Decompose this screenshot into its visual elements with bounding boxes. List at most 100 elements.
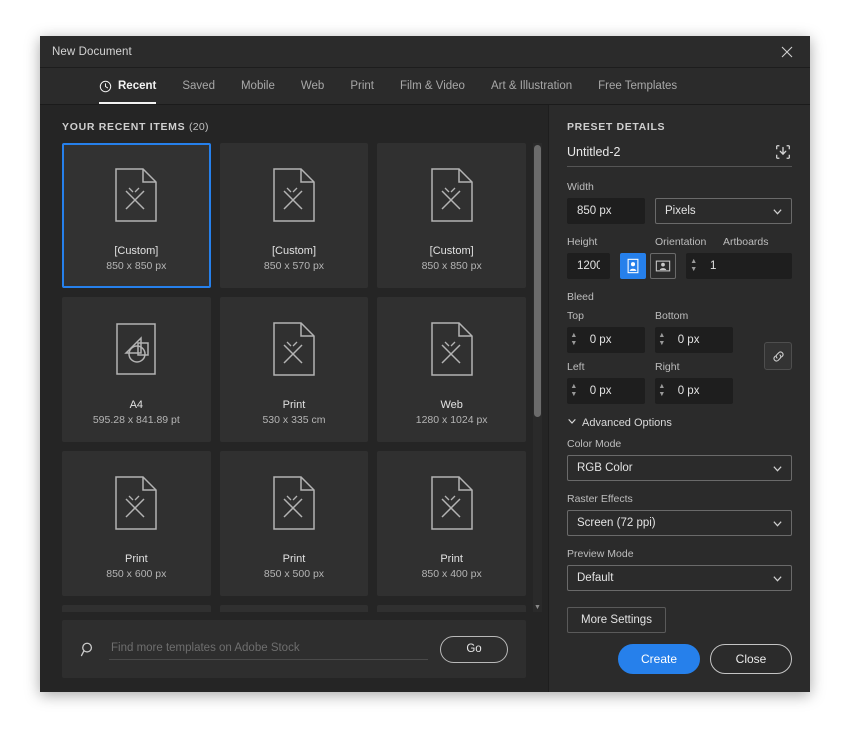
template-card[interactable]: [Custom] 850 x 850 px xyxy=(62,143,211,288)
bleed-label: Bleed xyxy=(567,291,594,303)
save-preset-icon[interactable] xyxy=(774,143,792,161)
document-tools-icon xyxy=(379,453,524,553)
height-orientation-labels: Height Orientation Artboards xyxy=(567,236,792,253)
orientation-portrait-icon[interactable] xyxy=(620,253,647,279)
template-card[interactable]: [Custom] 850 x 570 px xyxy=(219,143,369,288)
link-chain-icon[interactable] xyxy=(764,342,792,370)
bleed-right-input[interactable] xyxy=(667,378,733,404)
template-title: [Custom] xyxy=(271,245,316,257)
template-card[interactable]: Web 1280 x 1024 px xyxy=(377,297,526,442)
template-title: [Custom] xyxy=(114,245,159,257)
tab-recent[interactable]: Recent xyxy=(86,68,169,104)
template-title: Print xyxy=(125,553,148,565)
bleed-top-input[interactable] xyxy=(579,327,645,353)
bleed-top-stepper[interactable]: ▲ ▼ xyxy=(567,327,645,353)
template-card[interactable]: Print 530 x 335 cm xyxy=(219,297,369,442)
color-mode-label: Color Mode xyxy=(567,438,622,450)
document-tools-icon xyxy=(222,299,367,399)
spinner-up-icon[interactable]: ▲ xyxy=(570,332,577,340)
orientation-landscape-icon[interactable] xyxy=(650,253,677,279)
template-card[interactable]: [Custom] 850 x 850 px xyxy=(377,143,526,288)
height-label: Height xyxy=(567,236,598,248)
bleed-top-spinner[interactable]: ▲ ▼ xyxy=(567,327,580,353)
more-settings-button[interactable]: More Settings xyxy=(567,607,666,633)
preview-mode-value: Default xyxy=(577,572,614,584)
template-size: 850 x 570 px xyxy=(263,260,325,272)
scrollbar-thumb[interactable] xyxy=(534,145,541,418)
bleed-right-stepper[interactable]: ▲ ▼ xyxy=(655,378,733,404)
spinner-up-icon[interactable]: ▲ xyxy=(658,332,665,340)
units-value: Pixels xyxy=(665,205,696,217)
recent-items-count: (20) xyxy=(188,121,209,133)
advanced-options-toggle[interactable]: Advanced Options xyxy=(567,416,792,429)
width-row: Pixels xyxy=(567,198,792,224)
dialog-titlebar: New Document xyxy=(40,36,810,68)
spinner-down-icon[interactable]: ▼ xyxy=(570,391,577,399)
template-size: 850 x 850 px xyxy=(106,260,167,272)
bleed-top-bottom-labels: Top Bottom xyxy=(567,310,754,327)
spinner-up-icon[interactable]: ▲ xyxy=(658,383,665,391)
templates-scrollbar[interactable]: ▲ ▼ xyxy=(533,143,542,612)
orientation-buttons xyxy=(620,253,677,279)
document-name-input[interactable] xyxy=(567,143,766,161)
spinner-up-icon[interactable]: ▲ xyxy=(690,258,697,266)
chevron-down-icon xyxy=(772,463,783,474)
spinner-down-icon[interactable]: ▼ xyxy=(690,266,697,274)
template-card[interactable] xyxy=(219,605,369,612)
bleed-left-right-row: ▲▼ ▲▼ xyxy=(567,378,754,404)
units-select[interactable]: Pixels xyxy=(655,198,792,224)
template-title: Web xyxy=(440,399,463,411)
tab-art-and-illustration[interactable]: Art & Illustration xyxy=(478,68,585,104)
template-card[interactable]: A4 595.28 x 841.89 pt xyxy=(62,297,211,442)
artboards-label: Artboards xyxy=(723,236,769,248)
spinner-down-icon[interactable]: ▼ xyxy=(570,340,577,348)
spinner-down-icon[interactable]: ▼ xyxy=(658,340,665,348)
tab-print[interactable]: Print xyxy=(337,68,387,104)
tab-free-templates[interactable]: Free Templates xyxy=(585,68,690,104)
artboards-input[interactable] xyxy=(699,253,792,279)
template-card[interactable]: Print 850 x 500 px xyxy=(219,451,369,596)
preview-mode-select[interactable]: Default xyxy=(567,565,792,591)
height-input[interactable] xyxy=(567,253,611,279)
bleed-left-stepper[interactable]: ▲ ▼ xyxy=(567,378,645,404)
preview-mode-label: Preview Mode xyxy=(567,548,634,560)
color-mode-select[interactable]: RGB Color xyxy=(567,455,792,481)
tab-saved[interactable]: Saved xyxy=(169,68,228,104)
create-button[interactable]: Create xyxy=(618,644,700,674)
tab-label: Recent xyxy=(118,80,157,92)
template-card[interactable] xyxy=(377,605,526,612)
template-card[interactable]: Print 850 x 600 px xyxy=(62,451,211,596)
close-button[interactable]: Close xyxy=(710,644,792,674)
bleed-right-spinner[interactable]: ▲ ▼ xyxy=(655,378,668,404)
template-size: 595.28 x 841.89 pt xyxy=(92,414,180,426)
spinner-up-icon[interactable]: ▲ xyxy=(570,383,577,391)
template-card[interactable] xyxy=(62,605,211,612)
template-size: 850 x 600 px xyxy=(106,568,167,580)
raster-effects-select[interactable]: Screen (72 ppi) xyxy=(567,510,792,536)
tab-web[interactable]: Web xyxy=(288,68,337,104)
template-title: Print xyxy=(282,399,306,411)
stock-search-go-button[interactable]: Go xyxy=(440,635,508,663)
artboards-spinner[interactable]: ▲ ▼ xyxy=(686,253,700,279)
templates-pane: YOUR RECENT ITEMS (20) [Custom] 850 x 85… xyxy=(40,105,548,692)
bleed-bottom-spinner[interactable]: ▲ ▼ xyxy=(655,327,668,353)
stock-search-input[interactable] xyxy=(109,638,428,660)
tab-mobile[interactable]: Mobile xyxy=(228,68,288,104)
template-title: [Custom] xyxy=(429,245,474,257)
spinner-down-icon[interactable]: ▼ xyxy=(658,391,665,399)
template-size: 530 x 335 cm xyxy=(262,414,326,426)
template-size: 850 x 400 px xyxy=(421,568,482,580)
bleed-left-input[interactable] xyxy=(579,378,645,404)
width-input[interactable] xyxy=(567,198,645,224)
artboards-stepper[interactable]: ▲ ▼ xyxy=(686,253,792,279)
bleed-bottom-input[interactable] xyxy=(667,327,733,353)
close-icon[interactable] xyxy=(772,39,802,65)
template-card[interactable]: Print 850 x 400 px xyxy=(377,451,526,596)
recent-items-heading: YOUR RECENT ITEMS (20) xyxy=(40,105,548,143)
bleed-right-label: Right xyxy=(655,361,680,373)
bleed-bottom-stepper[interactable]: ▲ ▼ xyxy=(655,327,733,353)
artboard-shapes-icon xyxy=(64,299,209,399)
scroll-down-icon[interactable]: ▼ xyxy=(533,602,542,612)
bleed-left-spinner[interactable]: ▲ ▼ xyxy=(567,378,580,404)
tab-film-and-video[interactable]: Film & Video xyxy=(387,68,478,104)
